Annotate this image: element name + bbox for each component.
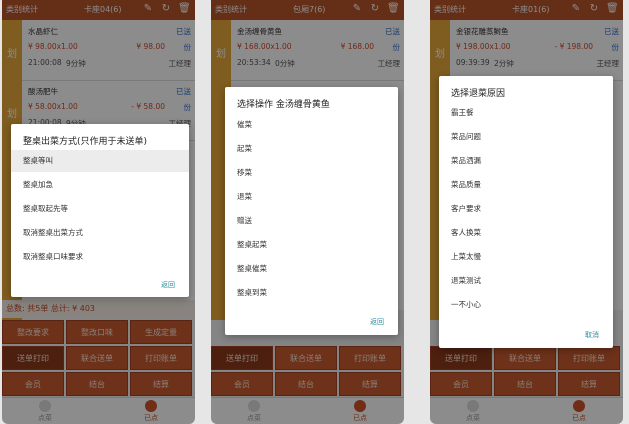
dialog-option[interactable]: 整桌取起先等 [11,198,189,220]
serve-mode-dialog: 整桌出菜方式(只作用于未送单) 整桌等叫 整桌加急 整桌取起先等 取消整桌出菜方… [11,124,189,297]
dialog-option[interactable]: 退菜 [225,186,398,208]
dialog-option[interactable]: 赠送 [225,210,398,232]
dialog-option[interactable]: 菜品问题 [439,126,613,148]
dialog-option[interactable]: 整桌等叫 [11,150,189,172]
dialog-option[interactable]: 上菜太慢 [439,246,613,268]
dialog-title: 选择退菜原因 [451,89,506,99]
dialog-option[interactable]: 移菜 [225,162,398,184]
dialog-option[interactable]: 整桌催菜 [225,258,398,280]
dialog-option[interactable]: 菜品洒漏 [439,150,613,172]
dialog-option[interactable]: 整桌起菜 [225,234,398,256]
dialog-option[interactable]: 菜品质量 [439,174,613,196]
dialog-option[interactable]: 取消整桌出菜方式 [11,222,189,244]
dialog-option[interactable]: 整桌到菜 [225,282,398,304]
phone-screen-2: 类别统计 包厢7(6) ✎ ↻ 🗑 划 金汤缠骨黄鱼 已送 ¥ 168.00x1… [211,0,404,424]
back-button[interactable]: 返回 [370,317,384,327]
dialog-option[interactable]: 催菜 [225,114,398,136]
dialog-title: 选择操作 金汤缠骨黄鱼 [237,100,330,110]
dialog-option[interactable]: 客户要求 [439,198,613,220]
dialog-option[interactable]: 取消整桌口味要求 [11,246,189,268]
cancel-button[interactable]: 取消 [585,330,599,340]
phone-screen-1: 类别统计 卡座04(6) ✎ ↻ 🗑 划 划 水晶虾仁 已送 ¥ 98.00x1… [2,0,195,424]
dialog-option[interactable]: 起菜 [225,138,398,160]
phone-screen-3: 类别统计 卡座01(6) ✎ ↻ 🗑 划 金银花雕蒸鲥鱼 已送 ¥ 198.00… [430,0,623,424]
dialog-option[interactable]: 客人换菜 [439,222,613,244]
return-reason-dialog: 选择退菜原因 霸王餐 菜品问题 菜品洒漏 菜品质量 客户要求 客人换菜 上菜太慢… [439,76,613,348]
back-button[interactable]: 返回 [161,280,175,290]
dialog-option[interactable]: 霸王餐 [439,102,613,124]
dialog-option[interactable]: 退菜测试 [439,270,613,292]
operation-dialog: 选择操作 金汤缠骨黄鱼 催菜 起菜 移菜 退菜 赠送 整桌起菜 整桌催菜 整桌到… [225,87,398,335]
dialog-option[interactable]: 一不小心 [439,294,613,316]
dialog-title: 整桌出菜方式(只作用于未送单) [23,137,148,147]
dialog-option[interactable]: 整桌加急 [11,174,189,196]
